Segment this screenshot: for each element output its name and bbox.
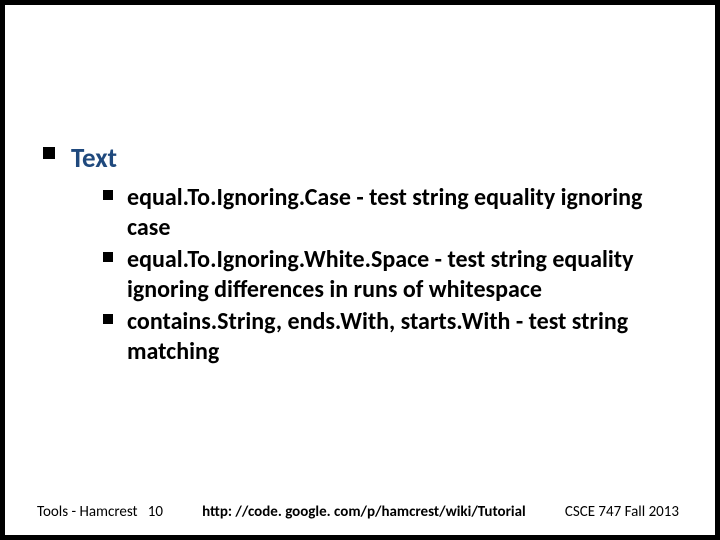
page-number: 10 xyxy=(148,503,163,521)
content-area: Text equal.To.Ignoring.Case - test strin… xyxy=(43,143,675,369)
footer-url: http: //code. google. com/p/hamcrest/wik… xyxy=(163,503,565,521)
square-bullet-icon xyxy=(103,314,113,324)
list-item: equal.To.Ignoring.Case - test string equ… xyxy=(103,183,675,243)
footer-right: CSCE 747 Fall 2013 xyxy=(565,503,679,521)
list-item-text: equal.To.Ignoring.Case - test string equ… xyxy=(127,183,675,243)
list-item: contains.String, ends.With, starts.With … xyxy=(103,307,675,367)
slide: Text equal.To.Ignoring.Case - test strin… xyxy=(5,5,715,535)
list-item-text: equal.To.Ignoring.White.Space - test str… xyxy=(127,245,675,305)
sub-list: equal.To.Ignoring.Case - test string equ… xyxy=(103,183,675,367)
heading-text: Text xyxy=(71,143,675,175)
square-bullet-icon xyxy=(43,147,55,159)
list-item-text: contains.String, ends.With, starts.With … xyxy=(127,307,675,367)
footer-left: Tools - Hamcrest 10 xyxy=(37,503,163,521)
square-bullet-icon xyxy=(103,190,113,200)
list-item: equal.To.Ignoring.White.Space - test str… xyxy=(103,245,675,305)
square-bullet-icon xyxy=(103,252,113,262)
footer: Tools - Hamcrest 10 http: //code. google… xyxy=(5,503,715,521)
heading-item: Text xyxy=(43,143,675,175)
footer-label: Tools - Hamcrest xyxy=(37,503,138,521)
